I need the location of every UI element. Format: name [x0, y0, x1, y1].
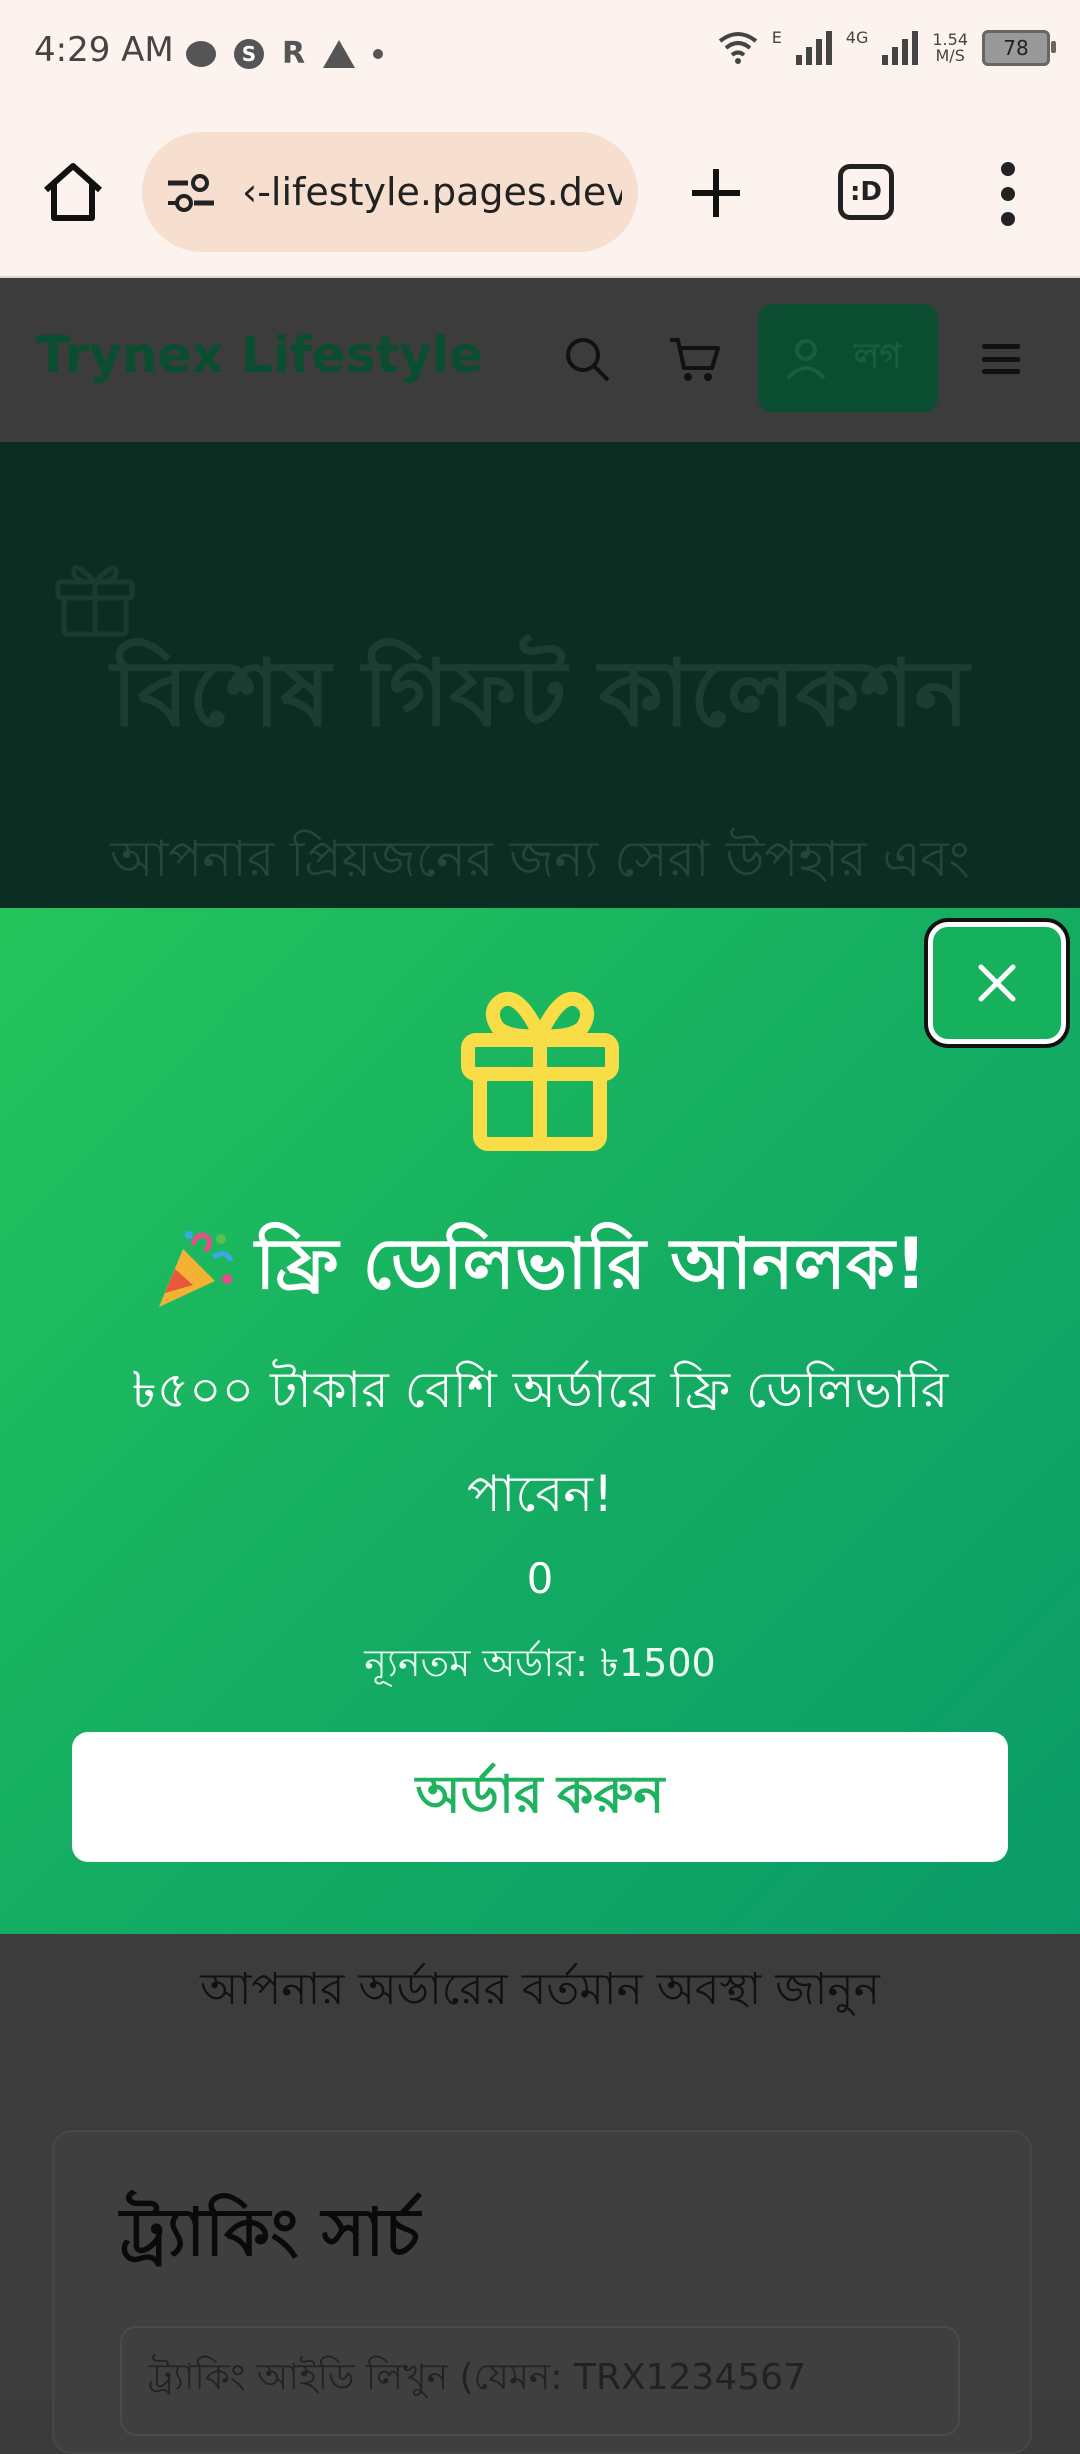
- 4g-label: 4G: [845, 28, 869, 47]
- tracking-title: ট্র্যাকিং সার্চ: [120, 2194, 420, 2271]
- wifi-icon: [718, 32, 757, 64]
- signal-icon: [795, 31, 832, 65]
- cart-icon[interactable]: [668, 334, 720, 384]
- brand-logo[interactable]: Trynex Lifestyle: [36, 326, 483, 384]
- minimum-order-text: ন্যূনতম অর্ডার: ৳1500: [364, 1641, 716, 1685]
- network-speed: 1.54 M/S: [932, 32, 968, 64]
- chat-notification-icon: [186, 40, 216, 67]
- home-icon[interactable]: [38, 158, 108, 228]
- hero-section: বিশেষ গিফট কালেকশন আপনার প্রিয়জনের জন্য…: [0, 442, 1080, 908]
- free-delivery-modal: ফ্রি ডেলিভারি আনলক! ৳৫০০ টাকার বেশি অর্ড…: [0, 908, 1080, 1934]
- cart-total-counter: 0: [526, 1554, 554, 1603]
- tabs-button[interactable]: :D: [838, 164, 894, 220]
- party-popper-icon: [159, 1230, 234, 1307]
- user-icon: [786, 339, 826, 380]
- menu-icon[interactable]: [982, 344, 1020, 374]
- tracking-card: ট্র্যাকিং সার্চ ট্র্যাকিং আইডি লিখুন (যে…: [52, 2130, 1032, 2454]
- hero-subtitle: আপনার প্রিয়জনের জন্য সেরা উপহার এবং: [110, 830, 970, 888]
- system-icons: E 4G 1.54 M/S 78: [718, 28, 1056, 66]
- status-bar: 4:29 AM S R E 4G 1.54 M/S 78: [0, 0, 1080, 110]
- signal-icon-2: [882, 31, 919, 65]
- more-icon[interactable]: [990, 162, 1026, 226]
- warning-icon: [323, 39, 356, 68]
- search-icon[interactable]: [562, 334, 612, 384]
- url-text[interactable]: ‹-lifestyle.pages.dev: [242, 170, 622, 214]
- modal-description: ৳৫০০ টাকার বেশি অর্ডারে ফ্রি ডেলিভারি পা…: [131, 1361, 949, 1523]
- r-app-notification-icon: R: [282, 36, 306, 71]
- status-time: 4:29 AM: [34, 30, 174, 70]
- order-now-button[interactable]: অর্ডার করুন: [72, 1732, 1008, 1862]
- battery-level: 78: [1003, 36, 1029, 60]
- modal-title-text: ফ্রি ডেলিভারি আনলক!: [255, 1223, 927, 1305]
- close-icon: [978, 964, 1016, 1002]
- site-header: Trynex Lifestyle লগ: [0, 278, 1080, 442]
- login-button[interactable]: লগ: [758, 304, 938, 412]
- plus-icon[interactable]: [688, 165, 744, 221]
- modal-title: ফ্রি ডেলিভারি আনলক!: [0, 1210, 1080, 1327]
- gift-icon: [461, 991, 619, 1151]
- notification-icons: S R: [186, 36, 384, 71]
- login-label: লগ: [854, 335, 902, 376]
- more-notifications-dot: [373, 48, 384, 59]
- tracking-id-input[interactable]: ট্র্যাকিং আইডি লিখুন (যেমন: TRX1234567: [120, 2326, 960, 2436]
- network-speed-unit: M/S: [935, 46, 965, 65]
- battery-icon: 78: [982, 30, 1056, 66]
- tracking-subtitle: আপনার অর্ডারের বর্তমান অবস্থা জানুন: [200, 1964, 880, 2015]
- close-button[interactable]: [928, 922, 1066, 1044]
- address-bar[interactable]: ‹-lifestyle.pages.dev: [142, 132, 638, 252]
- s-app-notification-icon: S: [234, 38, 264, 69]
- e-network-label: E: [771, 28, 782, 47]
- tracking-section: আপনার অর্ডারের বর্তমান অবস্থা জানুন ট্র্…: [0, 1934, 1080, 2454]
- browser-toolbar: ‹-lifestyle.pages.dev :D: [0, 110, 1080, 278]
- hero-title: বিশেষ গিফট কালেকশন: [111, 640, 969, 747]
- site-settings-icon[interactable]: [166, 167, 216, 217]
